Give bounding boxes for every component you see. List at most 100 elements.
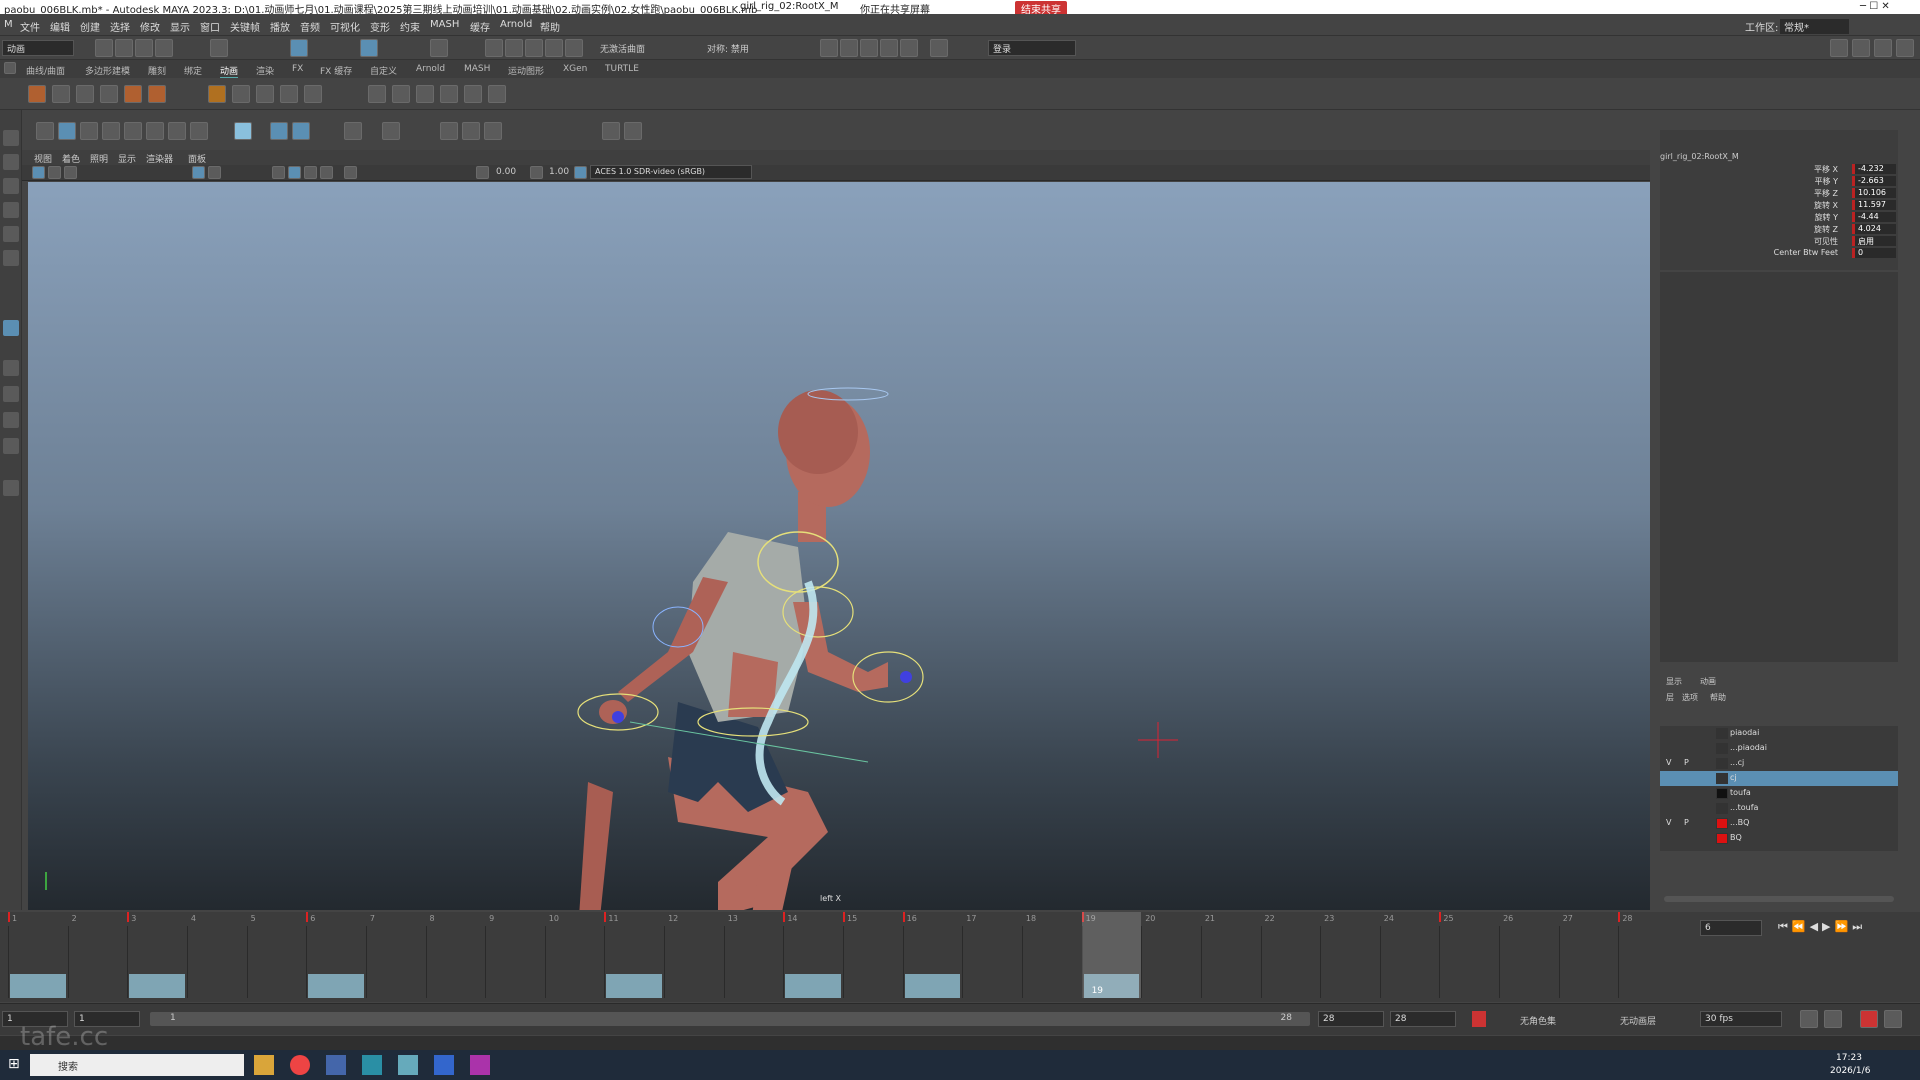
single-view-icon[interactable] [3,360,19,376]
motion-trail-icon[interactable] [368,85,386,103]
render-frame-icon[interactable] [840,39,858,57]
app-icon[interactable] [326,1055,346,1075]
clock-date[interactable]: 2026/1/6 [1830,1066,1870,1076]
eraser-icon[interactable] [80,122,98,140]
clock-time[interactable]: 17:23 [1836,1053,1862,1063]
anim-layer-select[interactable]: 无动画层 [1620,1014,1656,1027]
anim-end-field[interactable]: 28 [1390,1011,1456,1027]
wireframe-icon[interactable] [272,166,285,179]
text-tool-icon[interactable] [102,122,120,140]
notes-icon[interactable] [398,1055,418,1075]
constraint-point-icon[interactable] [280,85,298,103]
select-hierarchy-icon[interactable] [210,39,228,57]
shelf-settings-icon[interactable] [4,62,16,74]
textured-icon[interactable] [304,166,317,179]
loop-icon[interactable] [1800,1010,1818,1028]
playback-end-field[interactable]: 28 [1318,1011,1384,1027]
set-breakdown-icon[interactable] [52,85,70,103]
new-scene-icon[interactable] [95,39,113,57]
gamma-value[interactable]: 1.00 [549,167,569,177]
attr-value[interactable]: -4.232 [1852,164,1896,174]
snap-surface-icon[interactable] [565,39,583,57]
joint-tool-icon[interactable] [232,85,250,103]
window-controls[interactable]: ─ ☐ ✕ [1860,1,1890,12]
menu-set-select[interactable]: 动画 [2,40,74,56]
select-object-icon[interactable] [290,39,308,57]
copy-frame-icon[interactable] [440,122,458,140]
menu-playback[interactable]: 播放 [270,19,290,34]
stop-share-button[interactable]: 结束共享 [1015,1,1067,14]
menu-help[interactable]: 帮助 [540,19,560,34]
menu-mash[interactable]: MASH [430,19,459,30]
graph-editor-icon[interactable] [76,85,94,103]
keyframe-marker[interactable] [8,912,10,922]
layer-visible-toggle[interactable]: V [1666,758,1671,767]
layer-color-swatch[interactable] [1716,818,1728,829]
layer-tab-display[interactable]: 显示 [1666,676,1682,687]
keyframe-marker[interactable] [1618,912,1621,922]
photos-icon[interactable] [434,1055,454,1075]
delete-frame-icon[interactable] [484,122,502,140]
render-view-icon[interactable] [820,39,838,57]
lock-selection-icon[interactable] [430,39,448,57]
playblast-icon[interactable] [440,85,458,103]
ghost-icon[interactable] [392,85,410,103]
live-surface-label[interactable]: 无激活曲面 [600,42,645,55]
vp-menu-shading[interactable]: 着色 [62,152,80,165]
zoom-icon[interactable] [3,480,19,496]
pencil-icon[interactable] [36,122,54,140]
unghost-icon[interactable] [416,85,434,103]
attr-value[interactable]: 0 [1852,248,1896,258]
colorspace-select[interactable]: ACES 1.0 SDR-video (sRGB) [590,165,752,179]
exposure-value[interactable]: 0.00 [496,167,516,177]
layer-color-swatch[interactable] [1716,773,1728,784]
set-key-icon[interactable] [28,85,46,103]
layer-menu-layers[interactable]: 层 [1666,692,1674,703]
menu-create[interactable]: 创建 [80,19,100,34]
menu-deform[interactable]: 变形 [370,19,390,34]
lights-icon[interactable] [320,166,333,179]
layer-menu-help[interactable]: 帮助 [1710,692,1726,703]
key-rotate-icon[interactable] [148,85,166,103]
symmetry-label[interactable]: 对称: 禁用 [707,42,749,55]
grid-toggle-icon[interactable] [208,166,221,179]
snap-view-icon[interactable] [545,39,563,57]
shelf-tab-xgen[interactable]: XGen [563,64,587,74]
attr-value[interactable]: 启用 [1852,236,1896,246]
open-scene-icon[interactable] [115,39,133,57]
line-tool-icon[interactable] [124,122,142,140]
vp-menu-show[interactable]: 显示 [118,152,136,165]
taskbar-search[interactable]: 搜索 [30,1054,244,1076]
constraint-orient-icon[interactable] [304,85,322,103]
other-app-icon[interactable] [470,1055,490,1075]
select-tool-icon[interactable] [3,130,19,146]
shelf-tab-rigging[interactable]: 绑定 [184,64,202,77]
current-frame-field[interactable]: 6 [1700,920,1762,936]
grease-pencil-icon[interactable] [58,122,76,140]
rotate-tool-icon[interactable] [3,226,19,242]
shelf-tab-fx-cache[interactable]: FX 缓存 [320,64,352,77]
menu-modify[interactable]: 修改 [140,19,160,34]
layer-row[interactable]: V P ...cj [1660,756,1898,771]
attr-value[interactable]: -2.663 [1852,176,1896,186]
paint-select-icon[interactable] [3,178,19,194]
four-view-icon[interactable] [3,386,19,402]
fps-select[interactable]: 30 fps [1700,1011,1782,1027]
keyframe-marker[interactable] [127,912,130,922]
snap-point-icon[interactable] [525,39,543,57]
ipr-render-icon[interactable] [860,39,878,57]
command-line[interactable]: tafe.cc [0,1022,1920,1052]
range-slider[interactable]: 1 28 [150,1012,1310,1026]
shelf-tab-mash[interactable]: MASH [464,64,490,74]
keyframe-marker[interactable] [306,912,309,922]
gamma-icon[interactable] [530,166,543,179]
layer-visible-toggle[interactable]: V [1666,818,1671,827]
keyframe-marker[interactable] [1439,912,1442,922]
resolution-gate-icon[interactable] [192,166,205,179]
menu-arnold[interactable]: Arnold [500,19,532,30]
key-translate-icon[interactable] [124,85,142,103]
layer-row[interactable]: toufa [1660,786,1898,801]
menu-constrain[interactable]: 约束 [400,19,420,34]
character-set-select[interactable]: 无角色集 [1520,1014,1556,1027]
layer-menu-options[interactable]: 选项 [1682,692,1698,703]
